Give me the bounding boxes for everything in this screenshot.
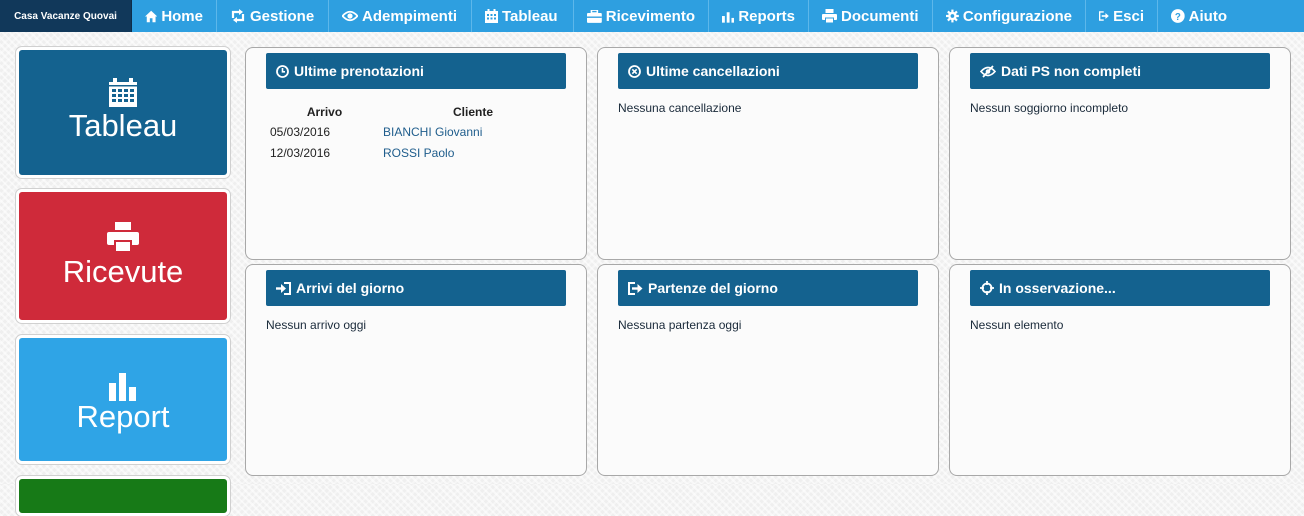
help-icon: ? [1171, 9, 1185, 23]
nav-adempimenti[interactable]: Adempimenti [329, 0, 472, 32]
sign-in-icon [276, 281, 291, 295]
nav-home[interactable]: Home [132, 0, 217, 32]
panel-in-osservazione: In osservazione... Nessun elemento [949, 264, 1291, 476]
client-link[interactable]: ROSSI Paolo [383, 146, 454, 160]
table-row: 12/03/2016 ROSSI Paolo [266, 142, 563, 163]
home-icon [145, 10, 158, 22]
nav-ricevimento-label: Ricevimento [605, 7, 695, 25]
crosshairs-icon [980, 281, 994, 295]
panel-partenze-del-giorno: Partenze del giorno Nessuna partenza ogg… [597, 264, 939, 476]
nav-adempimenti-label: Adempimenti [362, 7, 458, 25]
bar-chart-icon [109, 373, 136, 401]
nav-reports-label: Reports [738, 7, 795, 25]
panel-title: Arrivi del giorno [296, 280, 405, 296]
eye-slash-icon [980, 64, 996, 78]
nav-esci-label: Esci [1113, 7, 1144, 25]
table-header-row: Arrivo Cliente [266, 103, 563, 121]
calendar-icon [109, 78, 137, 107]
empty-message: Nessun arrivo oggi [266, 318, 367, 332]
column-header-cliente: Cliente [452, 105, 493, 119]
nav-tableau-label: Tableau [502, 7, 558, 25]
arrival-date: 05/03/2016 [270, 124, 331, 139]
panel-header: Arrivi del giorno [266, 270, 566, 306]
nav-documenti[interactable]: Documenti [809, 0, 933, 32]
printer-icon [822, 9, 837, 23]
arrival-date: 12/03/2016 [270, 145, 331, 160]
panel-header: Ultime prenotazioni [266, 53, 566, 89]
tile-tableau-label: Tableau [68, 108, 178, 143]
calendar-icon [485, 9, 498, 23]
empty-message: Nessuna partenza oggi [618, 318, 742, 332]
tile-ricevute[interactable]: Ricevute [16, 189, 230, 323]
client-link[interactable]: BIANCHI Giovanni [383, 125, 482, 139]
svg-text:?: ? [1175, 12, 1181, 23]
panel-title: Ultime cancellazioni [646, 63, 780, 79]
bar-chart-icon [722, 11, 735, 23]
nav-tableau[interactable]: Tableau [472, 0, 574, 32]
panel-title: Partenze del giorno [648, 280, 778, 296]
empty-message: Nessun soggiorno incompleto [970, 101, 1129, 115]
sign-out-icon [1099, 11, 1109, 21]
suitcase-icon [587, 9, 602, 23]
panel-header: Ultime cancellazioni [618, 53, 918, 89]
nav-aiuto[interactable]: ? Aiuto [1158, 0, 1240, 32]
printer-icon [107, 222, 139, 252]
tile-tableau[interactable]: Tableau [16, 47, 230, 178]
eye-icon [342, 10, 358, 22]
panel-title: Dati PS non completi [1001, 63, 1142, 79]
tile-fourth[interactable] [16, 476, 230, 516]
panel-header: Partenze del giorno [618, 270, 918, 306]
top-navbar: Casa Vacanze Quovai Home Gestione Adempi… [0, 0, 1304, 32]
panel-title: In osservazione... [999, 280, 1116, 296]
gear-icon [946, 9, 959, 23]
refresh-icon [231, 9, 245, 23]
clock-icon [276, 64, 289, 78]
nav-documenti-label: Documenti [841, 7, 919, 25]
nav-gestione-label: Gestione [250, 7, 315, 25]
empty-message: Nessun elemento [970, 318, 1064, 332]
panel-title: Ultime prenotazioni [294, 63, 424, 79]
panel-header: In osservazione... [970, 270, 1270, 306]
panel-header: Dati PS non completi [970, 53, 1270, 89]
nav-configurazione[interactable]: Configurazione [933, 0, 1086, 32]
nav-aiuto-label: Aiuto [1188, 7, 1227, 25]
reservations-table: Arrivo Cliente 05/03/2016 BIANCHI Giovan… [266, 103, 563, 163]
panel-dati-ps: Dati PS non completi Nessun soggiorno in… [949, 47, 1291, 260]
nav-gestione[interactable]: Gestione [217, 0, 329, 32]
nav-configurazione-label: Configurazione [962, 7, 1072, 25]
tile-report-label: Report [76, 399, 170, 434]
nav-reports[interactable]: Reports [709, 0, 809, 32]
panel-arrivi-del-giorno: Arrivi del giorno Nessun arrivo oggi [245, 264, 587, 476]
panel-ultime-prenotazioni: Ultime prenotazioni Arrivo Cliente 05/03… [245, 47, 587, 260]
nav-ricevimento[interactable]: Ricevimento [574, 0, 709, 32]
sign-out-icon [628, 281, 643, 295]
brand-name[interactable]: Casa Vacanze Quovai [0, 0, 132, 32]
nav-esci[interactable]: Esci [1086, 0, 1158, 32]
empty-message: Nessuna cancellazione [618, 101, 742, 115]
column-header-arrivo: Arrivo [306, 105, 343, 119]
nav-home-label: Home [161, 7, 203, 25]
panel-ultime-cancellazioni: Ultime cancellazioni Nessuna cancellazio… [597, 47, 939, 260]
table-row: 05/03/2016 BIANCHI Giovanni [266, 121, 563, 142]
tile-report[interactable]: Report [16, 335, 230, 464]
times-circle-icon [628, 64, 641, 78]
tile-ricevute-label: Ricevute [62, 254, 184, 289]
